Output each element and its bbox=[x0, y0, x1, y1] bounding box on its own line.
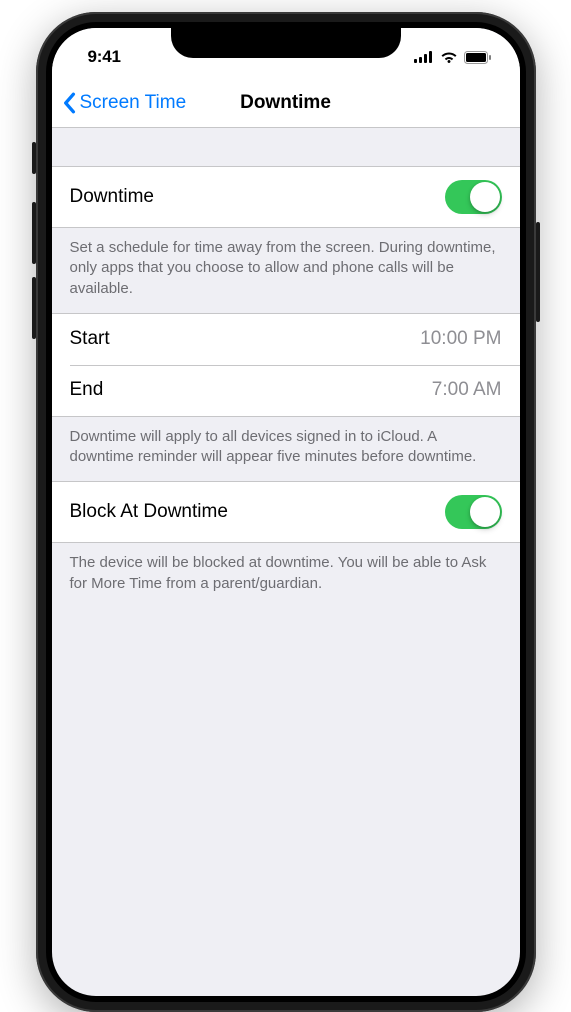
block-footer: The device will be blocked at downtime. … bbox=[52, 543, 520, 608]
settings-content: Downtime Set a schedule for time away fr… bbox=[52, 128, 520, 608]
block-toggle-row[interactable]: Block At Downtime bbox=[52, 481, 520, 543]
downtime-switch[interactable] bbox=[445, 180, 502, 214]
back-button[interactable]: Screen Time bbox=[62, 92, 187, 114]
status-icons bbox=[414, 51, 492, 64]
schedule-footer: Downtime will apply to all devices signe… bbox=[52, 417, 520, 482]
chevron-left-icon bbox=[62, 92, 76, 114]
downtime-footer: Set a schedule for time away from the sc… bbox=[52, 228, 520, 313]
phone-frame: 9:41 Screen Time bbox=[36, 12, 536, 1012]
downtime-label: Downtime bbox=[70, 186, 154, 208]
back-label: Screen Time bbox=[80, 92, 187, 114]
start-label: Start bbox=[70, 328, 110, 350]
side-button bbox=[536, 222, 540, 322]
cellular-signal-icon bbox=[414, 51, 434, 63]
battery-icon bbox=[464, 51, 492, 64]
ring-silent-switch bbox=[32, 142, 36, 174]
end-value: 7:00 AM bbox=[432, 379, 502, 401]
start-time-row[interactable]: Start 10:00 PM bbox=[52, 313, 520, 365]
block-switch[interactable] bbox=[445, 495, 502, 529]
volume-up-button bbox=[32, 202, 36, 264]
navigation-bar: Screen Time Downtime bbox=[52, 78, 520, 128]
start-value: 10:00 PM bbox=[420, 328, 501, 350]
downtime-toggle-row[interactable]: Downtime bbox=[52, 166, 520, 228]
screen: 9:41 Screen Time bbox=[52, 28, 520, 996]
notch bbox=[171, 22, 401, 58]
end-label: End bbox=[70, 379, 104, 401]
wifi-icon bbox=[440, 51, 458, 63]
status-time: 9:41 bbox=[88, 47, 121, 67]
block-label: Block At Downtime bbox=[70, 501, 228, 523]
volume-down-button bbox=[32, 277, 36, 339]
end-time-row[interactable]: End 7:00 AM bbox=[52, 365, 520, 417]
